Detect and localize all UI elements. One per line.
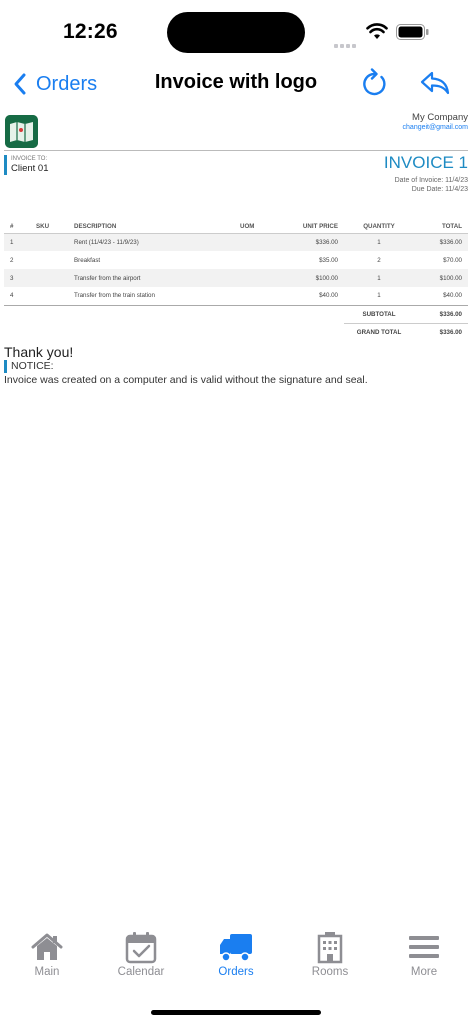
invoice-title: INVOICE 1 <box>383 153 468 172</box>
row-sku <box>30 233 68 251</box>
invoice-document: My Company changeit@gmail.com INVOICE TO… <box>4 110 468 400</box>
row-quantity: 2 <box>377 256 381 264</box>
company-name: My Company <box>412 112 468 123</box>
grand-total-value: $336.00 <box>414 322 468 341</box>
row-number: 4 <box>4 287 30 306</box>
tab-rooms-label: Rooms <box>311 966 349 978</box>
column-header-description: DESCRIPTION <box>68 220 234 234</box>
row-sku <box>30 269 68 287</box>
header-divider <box>4 150 468 151</box>
row-sku <box>30 251 68 269</box>
row-sku <box>30 287 68 306</box>
nav-bar: Orders Invoice with logo <box>0 62 472 106</box>
row-number: 2 <box>10 256 14 264</box>
row-uom <box>234 233 284 251</box>
status-bar: 12:26 <box>0 0 472 62</box>
tab-more[interactable]: More <box>379 930 469 978</box>
back-button[interactable]: Orders <box>12 68 97 100</box>
row-total: $100.00 <box>414 269 468 287</box>
dynamic-island <box>167 12 305 53</box>
row-uom <box>234 251 284 269</box>
table-row: 2 Breakfast $35.00 2 $70.00 <box>4 251 468 269</box>
row-description: Rent (11/4/23 - 11/9/23) <box>68 233 234 251</box>
column-header-sku: SKU <box>30 220 68 234</box>
row-number: 3 <box>4 269 30 287</box>
tab-orders[interactable]: Orders <box>191 930 281 978</box>
column-header-total: TOTAL <box>414 220 468 234</box>
table-row: 4 Transfer from the train station $40.00… <box>4 287 468 306</box>
table-header-row: # SKU DESCRIPTION UOM UNIT PRICE QUANTIT… <box>4 220 468 234</box>
back-button-label: Orders <box>36 72 98 95</box>
subtotal-row: SUBTOTAL $336.00 <box>4 305 468 323</box>
company-email[interactable]: changeit@gmail.com <box>403 124 468 131</box>
calendar-icon <box>125 932 157 964</box>
invoice-date: Date of Invoice: 11/4/23 <box>394 177 468 184</box>
subtotal-label: SUBTOTAL <box>362 310 396 318</box>
reply-icon[interactable] <box>420 70 450 96</box>
tab-rooms[interactable]: Rooms <box>285 930 375 978</box>
table-row: 3 Transfer from the airport $100.00 1 $1… <box>4 269 468 287</box>
row-description: Transfer from the airport <box>68 269 234 287</box>
invoice-due-date: Due Date: 11/4/23 <box>411 186 468 193</box>
row-quantity: 1 <box>344 287 414 306</box>
table-row: 1 Rent (11/4/23 - 11/9/23) $336.00 1 $33… <box>4 233 468 251</box>
tab-bar: Main Calendar Orders Rooms More <box>0 930 472 990</box>
subtotal-value: $336.00 <box>439 310 462 318</box>
notice-label: NOTICE: <box>4 360 54 373</box>
row-unit-price: $100.00 <box>284 269 344 287</box>
row-unit-price: $35.00 <box>319 256 338 264</box>
status-time: 12:26 <box>63 20 118 43</box>
refresh-icon[interactable] <box>360 68 388 98</box>
column-header-uom: UOM <box>234 220 284 234</box>
row-uom <box>234 287 284 306</box>
row-description: Transfer from the train station <box>68 287 234 306</box>
house-icon <box>31 933 63 960</box>
signal-icon <box>334 35 358 53</box>
invoice-to-block: INVOICE TO: Client 01 <box>4 155 49 175</box>
battery-icon <box>396 24 429 40</box>
wifi-icon <box>366 23 388 39</box>
invoice-to-label: INVOICE TO: <box>11 156 48 162</box>
truck-icon <box>220 934 252 962</box>
menu-icon <box>409 936 439 958</box>
row-number: 1 <box>4 233 30 251</box>
home-indicator[interactable] <box>151 1010 321 1015</box>
row-uom <box>234 269 284 287</box>
row-total: $40.00 <box>414 287 468 306</box>
column-header-number: # <box>4 220 30 234</box>
tab-more-label: More <box>410 966 438 978</box>
client-name: Client 01 <box>11 163 49 174</box>
company-logo <box>5 115 38 148</box>
notice-text: Invoice was created on a computer and is… <box>4 374 368 386</box>
row-description: Breakfast <box>74 256 101 264</box>
column-header-quantity: QUANTITY <box>344 220 414 234</box>
thank-you-text: Thank you! <box>4 344 74 360</box>
row-total: $70.00 <box>443 256 462 264</box>
tab-calendar[interactable]: Calendar <box>96 930 186 978</box>
row-total: $336.00 <box>414 233 468 251</box>
tab-orders-label: Orders <box>218 966 254 978</box>
row-quantity: 1 <box>344 233 414 251</box>
grand-total-label: GRAND TOTAL <box>344 322 414 341</box>
chevron-left-icon <box>14 73 26 95</box>
tab-main[interactable]: Main <box>2 930 92 978</box>
grand-total-row: GRAND TOTAL $336.00 <box>4 322 468 341</box>
tab-main-label: Main <box>34 966 60 978</box>
row-unit-price: $40.00 <box>284 287 344 306</box>
row-unit-price: $336.00 <box>284 233 344 251</box>
invoice-items-table: # SKU DESCRIPTION UOM UNIT PRICE QUANTIT… <box>4 220 468 341</box>
tab-calendar-label: Calendar <box>117 966 165 978</box>
row-quantity: 1 <box>344 269 414 287</box>
building-icon <box>317 932 343 964</box>
column-header-unit-price: UNIT PRICE <box>284 220 344 234</box>
